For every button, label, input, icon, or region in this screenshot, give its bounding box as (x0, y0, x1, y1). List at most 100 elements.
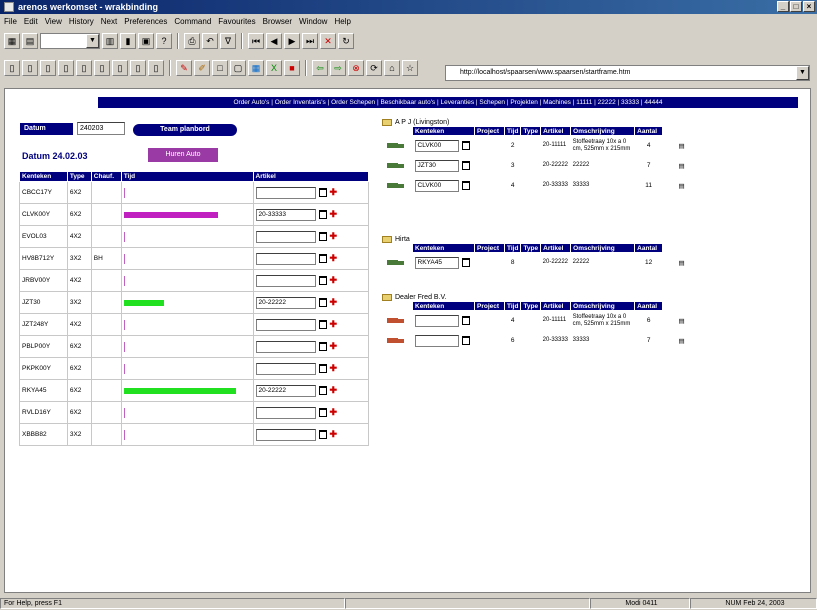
trash-icon[interactable] (318, 386, 327, 395)
stop-load-icon[interactable]: ⊗ (348, 60, 364, 76)
menu-item[interactable]: Help (334, 17, 350, 26)
nav-links[interactable]: Order Auto's | Order Inventaris's | Orde… (98, 97, 798, 108)
view-combo[interactable]: ▼ (40, 33, 100, 49)
trash-icon[interactable] (318, 232, 327, 241)
delete-icon[interactable]: ✕ (320, 33, 336, 49)
table-row[interactable]: EVOL03 4X2 ✚ (19, 225, 370, 248)
trash-icon[interactable] (461, 258, 470, 268)
trash-icon[interactable] (318, 210, 327, 219)
maximize-button[interactable]: □ (790, 1, 802, 12)
trash-icon[interactable] (318, 320, 327, 329)
grid2-icon[interactable]: ▤ (22, 33, 38, 49)
minimize-button[interactable]: _ (777, 1, 789, 12)
kenteken-input[interactable]: CLVK00 (414, 179, 459, 192)
artikel-input[interactable] (255, 318, 316, 331)
print-icon[interactable]: ⎙ (184, 33, 200, 49)
tool5-icon[interactable]: ▯ (76, 60, 92, 76)
favorites-icon[interactable]: ☆ (402, 60, 418, 76)
table-row[interactable]: 4 20-11111 Stoffeetraay 10x a 0 cm, 525mm … (386, 311, 687, 331)
frame-icon[interactable]: □ (212, 60, 228, 76)
table-row[interactable]: JZT30 3X2 20-22222 ✚ (19, 291, 370, 314)
table-row[interactable]: HV8B712Y 3X2 BH ✚ (19, 247, 370, 270)
trash-icon[interactable] (461, 336, 470, 345)
menu-item[interactable]: View (45, 17, 62, 26)
table-row[interactable]: XBBB82 3X2 ✚ (19, 423, 370, 446)
table-row[interactable]: 6 20-33333 33333 7 ▤ (386, 331, 687, 351)
kenteken-input[interactable] (414, 334, 459, 347)
tool4-icon[interactable]: ▯ (58, 60, 74, 76)
kenteken-input[interactable]: JZT30 (414, 159, 459, 172)
table-row[interactable]: RKYA45 8 20-22222 22222 12 ▤ (386, 253, 687, 273)
tool1-icon[interactable]: ▯ (4, 60, 20, 76)
huren-auto-button[interactable]: Huren Auto (148, 148, 218, 162)
table-row[interactable]: PKPK00Y 6X2 ✚ (19, 357, 370, 380)
tool9-icon[interactable]: ▯ (148, 60, 164, 76)
edit-icon[interactable]: ▤ (663, 331, 687, 351)
trash-icon[interactable] (318, 188, 327, 197)
artikel-input[interactable] (255, 362, 316, 375)
book-icon[interactable]: ▥ (102, 33, 118, 49)
table-row[interactable]: JZT30 3 20-22222 22222 7 ▤ (386, 156, 687, 176)
table-row[interactable]: RVLD16Y 6X2 ✚ (19, 401, 370, 424)
table-row[interactable]: JRBV00Y 4X2 ✚ (19, 269, 370, 292)
menu-item[interactable]: File (4, 17, 17, 26)
chart-icon[interactable]: ▮ (120, 33, 136, 49)
artikel-input[interactable] (255, 428, 316, 441)
tool6-icon[interactable]: ▯ (94, 60, 110, 76)
add-icon[interactable]: ✚ (330, 319, 338, 329)
record-prev-icon[interactable]: ◀ (266, 33, 282, 49)
tool2-icon[interactable]: ▯ (22, 60, 38, 76)
trash-icon[interactable] (318, 342, 327, 351)
back-icon[interactable]: ⇦ (312, 60, 328, 76)
excel-icon[interactable]: X (266, 60, 282, 76)
refresh-page-icon[interactable]: ⟳ (366, 60, 382, 76)
tool3-icon[interactable]: ▯ (40, 60, 56, 76)
add-icon[interactable]: ✚ (330, 363, 338, 373)
record-last-icon[interactable]: ⏭ (302, 33, 318, 49)
grid-icon[interactable]: ▦ (4, 33, 20, 49)
table-row[interactable]: CLVK00 2 20-11111 Stoffeetraay 10x a 0 cm, … (386, 136, 687, 156)
add-icon[interactable]: ✚ (330, 209, 338, 219)
help-icon[interactable]: ? (156, 33, 172, 49)
artikel-input[interactable] (255, 230, 316, 243)
add-icon[interactable]: ✚ (330, 341, 338, 351)
trash-icon[interactable] (318, 364, 327, 373)
artikel-input[interactable] (255, 340, 316, 353)
paint-icon[interactable]: ✎ (176, 60, 192, 76)
stop-icon[interactable]: ■ (284, 60, 300, 76)
artikel-input[interactable]: 20-22222 (255, 384, 316, 397)
menu-item[interactable]: Favourites (218, 17, 255, 26)
menu-item[interactable]: Browser (263, 17, 292, 26)
trash-icon[interactable] (461, 181, 470, 190)
trash-icon[interactable] (318, 276, 327, 285)
edit-icon[interactable]: ▤ (663, 136, 687, 156)
add-icon[interactable]: ✚ (330, 385, 338, 395)
tool7-icon[interactable]: ▯ (112, 60, 128, 76)
table-row[interactable]: CLVK00Y 6X2 20-33333 ✚ (19, 203, 370, 226)
table-row[interactable]: CLVK00 4 20-33333 33333 11 ▤ (386, 176, 687, 196)
artikel-input[interactable] (255, 406, 316, 419)
add-icon[interactable]: ✚ (330, 275, 338, 285)
artikel-input[interactable]: 20-33333 (255, 208, 316, 221)
filter-icon[interactable]: ∇ (220, 33, 236, 49)
artikel-input[interactable] (255, 186, 316, 199)
add-icon[interactable]: ✚ (330, 407, 338, 417)
kenteken-input[interactable]: CLVK00 (414, 139, 459, 152)
menu-item[interactable]: Edit (24, 17, 38, 26)
add-icon[interactable]: ✚ (330, 429, 338, 439)
artikel-input[interactable] (255, 252, 316, 265)
table-row[interactable]: PBLP00Y 6X2 ✚ (19, 335, 370, 358)
group-title[interactable]: A P J (Livingston) (395, 119, 449, 126)
artikel-input[interactable]: 20-22222 (255, 296, 316, 309)
add-icon[interactable]: ✚ (330, 253, 338, 263)
menu-item[interactable]: History (69, 17, 94, 26)
chevron-down-icon[interactable]: ▼ (86, 34, 99, 48)
trash-icon[interactable] (461, 141, 470, 151)
group-title[interactable]: Hirta (395, 236, 410, 243)
datum-input[interactable]: 240203 (77, 122, 125, 135)
trash-icon[interactable] (318, 430, 327, 439)
forward-icon[interactable]: ⇨ (330, 60, 346, 76)
add-icon[interactable]: ✚ (330, 231, 338, 241)
kenteken-input[interactable]: RKYA45 (414, 256, 459, 269)
tool8-icon[interactable]: ▯ (130, 60, 146, 76)
